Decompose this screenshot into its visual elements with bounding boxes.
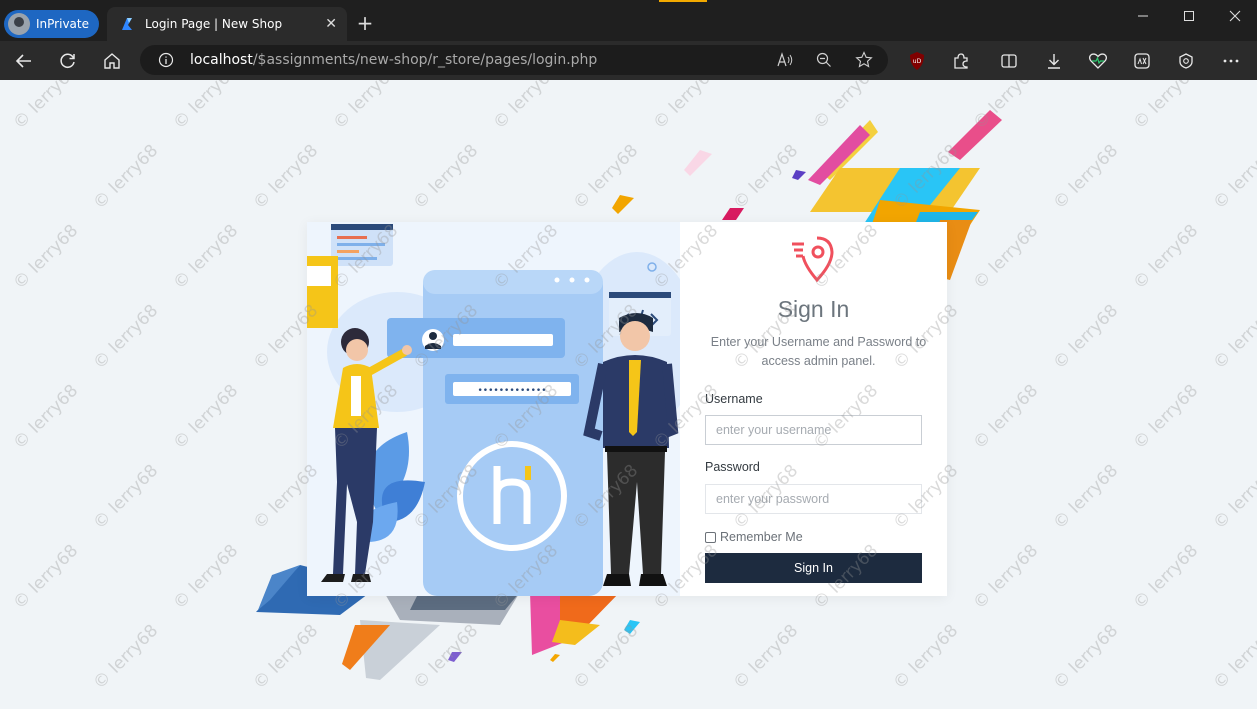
puzzle-icon <box>954 53 968 69</box>
zoom-out-icon[interactable] <box>816 52 832 68</box>
split-screen-icon <box>1001 54 1017 68</box>
page-viewport: ••••••••••••• Sign In Enter your Usernam… <box>0 80 1257 709</box>
settings-more-button[interactable] <box>1220 50 1242 72</box>
svg-text:uD: uD <box>913 58 922 65</box>
maximize-button[interactable] <box>1177 10 1201 32</box>
inprivate-label: InPrivate <box>36 17 89 31</box>
window-accent-line <box>659 0 707 2</box>
url-host: localhost <box>190 52 253 68</box>
read-aloud-icon[interactable] <box>776 52 794 68</box>
remember-me-label: Remember Me <box>720 530 803 544</box>
window-close-icon <box>1229 10 1241 22</box>
settings-heart-icon <box>1179 53 1193 69</box>
remember-me-row: Remember Me <box>705 530 803 544</box>
sign-in-button[interactable]: Sign In <box>705 553 922 583</box>
maximize-icon <box>1184 11 1194 21</box>
url-path: /$assignments/new-shop/r_store/pages/log… <box>252 52 598 68</box>
login-illustration: ••••••••••••• <box>307 222 680 596</box>
minimize-icon <box>1138 15 1148 17</box>
downloads-button[interactable] <box>1043 50 1065 72</box>
browser-titlebar: InPrivate Login Page | New Shop ✕ + <box>0 0 1257 41</box>
favorite-star-icon[interactable] <box>855 51 873 69</box>
site-favicon-icon <box>122 18 132 30</box>
minimize-button[interactable] <box>1131 10 1155 32</box>
password-label: Password <box>705 460 760 474</box>
address-bar[interactable]: localhost /$assignments/new-shop/r_store… <box>140 45 888 75</box>
remember-me-checkbox[interactable] <box>705 531 716 543</box>
browser-shield-button[interactable] <box>1175 50 1197 72</box>
heart-pulse-icon <box>1088 53 1108 69</box>
more-options-icon <box>1223 59 1239 63</box>
illustration-password-mask: ••••••••••••• <box>477 386 546 396</box>
username-label: Username <box>705 392 763 406</box>
math-solver-button[interactable] <box>1131 50 1153 72</box>
sign-in-subtitle: Enter your Username and Password to acce… <box>710 335 927 368</box>
profile-avatar-icon <box>8 13 30 35</box>
sign-in-title: Sign In <box>777 296 850 322</box>
username-input[interactable] <box>705 415 922 445</box>
tab-close-icon[interactable]: ✕ <box>325 16 337 32</box>
site-info-icon[interactable] <box>158 52 174 68</box>
math-solver-icon <box>1134 53 1150 69</box>
window-close-button[interactable] <box>1223 10 1247 32</box>
refresh-button[interactable] <box>57 50 79 72</box>
extensions-button[interactable] <box>950 50 972 72</box>
split-screen-button[interactable] <box>998 50 1020 72</box>
browser-toolbar: localhost /$assignments/new-shop/r_store… <box>0 41 1257 80</box>
login-card: ••••••••••••• Sign In Enter your Usernam… <box>307 222 947 596</box>
download-icon <box>1048 54 1060 69</box>
ublock-extension-button[interactable]: uD <box>906 50 928 72</box>
location-pin-logo-icon <box>792 236 834 283</box>
password-input[interactable] <box>705 484 922 514</box>
back-button[interactable] <box>13 50 35 72</box>
ublock-shield-icon: uD <box>910 52 924 70</box>
home-button[interactable] <box>101 50 123 72</box>
browser-tab-active[interactable]: Login Page | New Shop ✕ <box>107 7 347 41</box>
back-arrow-icon <box>15 54 31 68</box>
home-icon <box>104 53 120 69</box>
refresh-icon <box>60 53 75 68</box>
inprivate-profile-button[interactable]: InPrivate <box>4 10 99 38</box>
tab-title: Login Page | New Shop <box>145 17 283 31</box>
new-tab-button[interactable]: + <box>353 11 377 35</box>
login-form: Sign In Enter your Username and Password… <box>680 222 947 596</box>
browser-essentials-button[interactable] <box>1087 50 1109 72</box>
